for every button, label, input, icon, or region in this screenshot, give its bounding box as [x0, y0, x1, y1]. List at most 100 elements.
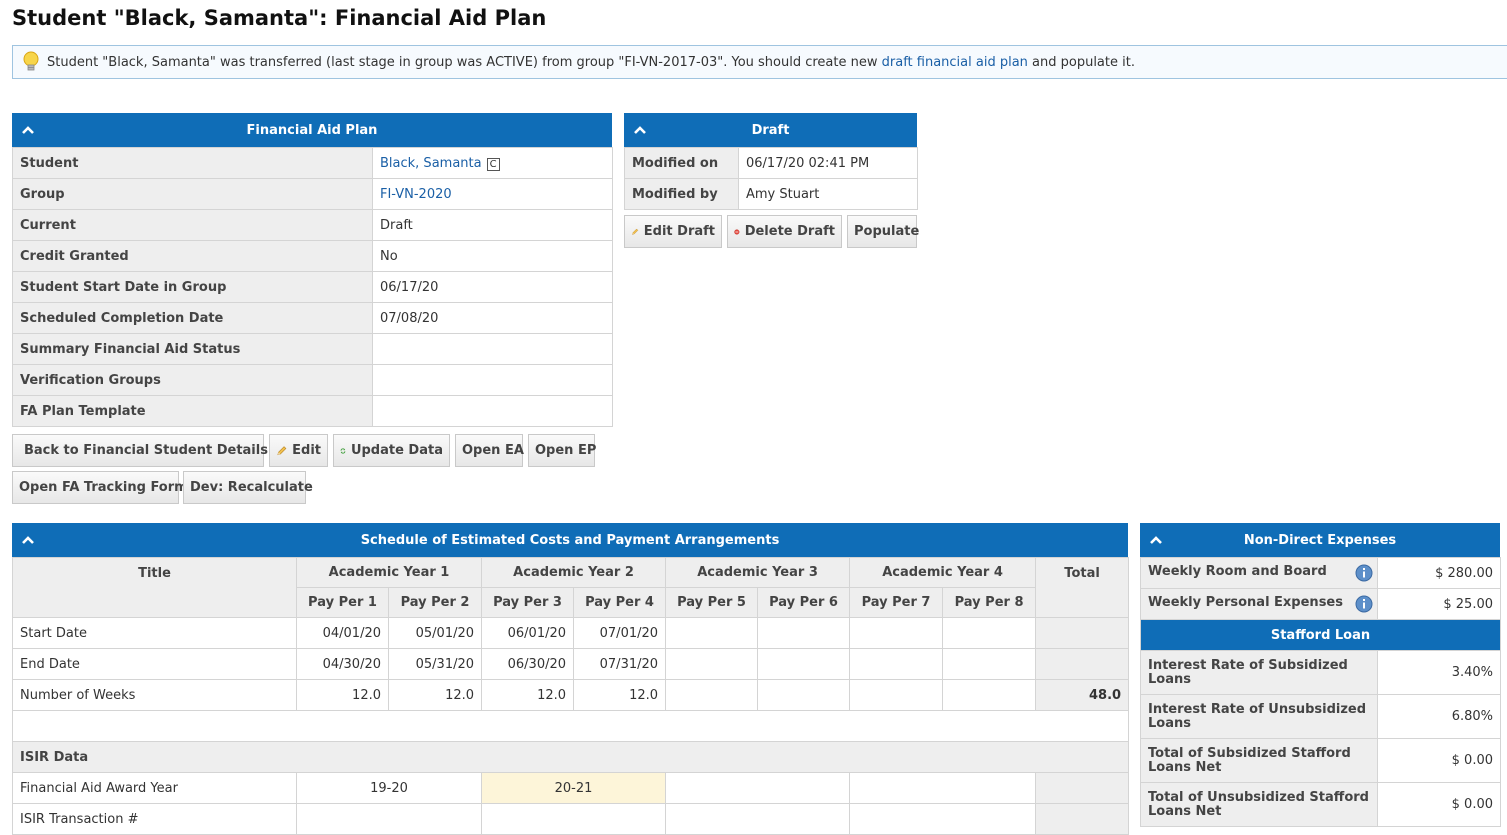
- schedule-cell: 05/01/20: [387, 617, 483, 649]
- modified-on-value: 06/17/20 02:41 PM: [738, 147, 918, 179]
- stafford-value: 3.40%: [1377, 650, 1501, 695]
- schedule-cell: [665, 648, 759, 680]
- open-fa-tracking-form-button[interactable]: Open FA Tracking Form: [12, 471, 188, 504]
- schedule-cell: 06/01/20: [481, 617, 575, 649]
- dev-recalculate-label: Dev: Recalculate: [190, 480, 313, 495]
- fa-plan-row: FA Plan Template: [12, 395, 613, 427]
- schedule-cell: 12.0: [387, 679, 483, 711]
- open-fa-tracking-label: Open FA Tracking Form: [19, 480, 188, 495]
- schedule-row-label: Number of Weeks: [12, 679, 297, 711]
- isir-cell: [665, 803, 851, 835]
- stafford-label: Total of Unsubsidized Stafford Loans Net: [1140, 782, 1378, 827]
- fa-plan-row-label: Scheduled Completion Date: [12, 302, 373, 334]
- schedule-row: End Date 04/30/20 05/31/20 06/30/20 07/31/20: [12, 648, 1130, 680]
- panel-title: Schedule of Estimated Costs and Payment …: [360, 532, 780, 548]
- panel-title: Non-Direct Expenses: [1243, 532, 1397, 548]
- modified-by-label: Modified by: [624, 178, 739, 210]
- stafford-row: Interest Rate of Subsidized Loans 3.40%: [1140, 650, 1501, 695]
- info-icon[interactable]: [1355, 595, 1373, 613]
- non-direct-expenses-panel: Non-Direct Expenses Weekly Room and Boar…: [1140, 523, 1501, 827]
- panel-title: Financial Aid Plan: [246, 122, 378, 138]
- notice-text-after: and populate it.: [1027, 54, 1135, 70]
- dev-recalculate-button[interactable]: Dev: Recalculate: [183, 471, 313, 504]
- fa-plan-row-value: 06/17/20: [372, 271, 613, 303]
- fa-plan-row-value: [372, 364, 613, 396]
- academic-year-header: Academic Year 1: [295, 557, 483, 588]
- fa-plan-row-label: Group: [12, 178, 373, 210]
- non-direct-row: Weekly Personal Expenses $ 25.00: [1140, 588, 1501, 620]
- non-direct-label: Weekly Room and Board: [1140, 557, 1378, 589]
- fa-plan-row: Student Start Date in Group 06/17/20: [12, 271, 613, 303]
- chevron-up-icon[interactable]: [20, 122, 36, 138]
- fa-plan-row-value[interactable]: FI-VN-2020: [372, 178, 613, 210]
- fa-plan-row-label: Student Start Date in Group: [12, 271, 373, 303]
- notice-text-before: Student "Black, Samanta" was transferred…: [47, 54, 882, 70]
- update-data-button[interactable]: Update Data: [333, 434, 450, 467]
- stafford-label: Total of Subsidized Stafford Loans Net: [1140, 738, 1378, 783]
- pay-period-header: Pay Per 2: [387, 587, 483, 618]
- schedule-header[interactable]: Schedule of Estimated Costs and Payment …: [12, 523, 1128, 557]
- info-icon[interactable]: [1355, 564, 1373, 582]
- isir-row: Financial Aid Award Year 19-20 20-21: [12, 772, 1130, 804]
- open-ea-button[interactable]: Open EA: [455, 434, 524, 467]
- isir-cell: [665, 772, 851, 804]
- fa-plan-row-value: 07/08/20: [372, 302, 613, 334]
- pencil-icon: [631, 228, 639, 235]
- fa-plan-row-label: Current: [12, 209, 373, 241]
- fa-plan-row-value[interactable]: Black, Samanta C: [372, 147, 613, 179]
- fa-plan-table: Student Black, Samanta C Group FI-VN-2020 Cur…: [12, 147, 613, 427]
- isir-row-label: Financial Aid Award Year: [12, 772, 297, 804]
- schedule-cell: 07/31/20: [573, 648, 667, 680]
- fa-plan-row: Scheduled Completion Date 07/08/20: [12, 302, 613, 334]
- fa-plan-value-text: 06/17/20: [380, 279, 439, 295]
- open-ep-button[interactable]: Open EP: [528, 434, 597, 467]
- fa-plan-value-text: No: [380, 248, 398, 264]
- fa-plan-value-text: 07/08/20: [380, 310, 439, 326]
- populate-button[interactable]: Populate: [847, 215, 919, 248]
- fa-plan-link[interactable]: Black, Samanta: [380, 156, 482, 171]
- schedule-cell: [849, 617, 944, 649]
- total-column-header: Total: [1035, 557, 1130, 618]
- delete-draft-button[interactable]: Delete Draft: [727, 215, 842, 248]
- schedule-cell: 05/31/20: [387, 648, 483, 680]
- delete-draft-label: Delete Draft: [744, 224, 835, 239]
- isir-section-row: ISIR Data: [11, 741, 1130, 773]
- isir-cell: 20-21: [481, 772, 667, 804]
- isir-total-cell: [1035, 772, 1130, 804]
- fa-plan-row-value: [372, 333, 613, 365]
- draft-plan-link[interactable]: draft financial aid plan: [882, 55, 1028, 70]
- non-direct-expenses-header[interactable]: Non-Direct Expenses: [1140, 523, 1500, 557]
- chevron-up-icon[interactable]: [1148, 532, 1164, 548]
- chevron-up-icon[interactable]: [20, 532, 36, 548]
- fa-plan-row: Group FI-VN-2020: [12, 178, 613, 210]
- schedule-cell: 12.0: [481, 679, 575, 711]
- schedule-cell: [849, 679, 944, 711]
- back-label: Back to Financial Student Details: [24, 443, 268, 458]
- stafford-loan-header: Stafford Loan: [1140, 619, 1501, 651]
- edit-draft-label: Edit Draft: [643, 224, 715, 239]
- non-direct-value: $ 280.00: [1377, 557, 1501, 589]
- pay-period-header: Pay Per 6: [757, 587, 851, 618]
- schedule-cell: [757, 648, 851, 680]
- edit-draft-button[interactable]: Edit Draft: [624, 215, 722, 248]
- schedule-cell: [757, 617, 851, 649]
- stafford-value: $ 0.00: [1377, 738, 1501, 783]
- schedule-cell: [942, 648, 1037, 680]
- isir-row: ISIR Transaction #: [12, 803, 1130, 835]
- transfer-notice: Student "Black, Samanta" was transferred…: [12, 45, 1507, 79]
- isir-cell: 19-20: [295, 772, 483, 804]
- edit-button[interactable]: Edit: [269, 434, 328, 467]
- schedule-cell: [849, 648, 944, 680]
- lightbulb-icon: [23, 51, 39, 71]
- non-direct-value: $ 25.00: [1377, 588, 1501, 620]
- open-ep-label: Open EP: [535, 443, 597, 458]
- back-to-student-details-button[interactable]: Back to Financial Student Details: [12, 434, 268, 467]
- draft-header[interactable]: Draft: [624, 113, 917, 147]
- financial-aid-plan-header[interactable]: Financial Aid Plan: [12, 113, 612, 147]
- financial-aid-plan-panel: Financial Aid Plan Student Black, Samanta…: [12, 113, 613, 427]
- copy-badge-icon[interactable]: C: [486, 157, 500, 171]
- schedule-cell: 12.0: [296, 679, 389, 711]
- fa-plan-row: Student Black, Samanta C: [12, 147, 613, 179]
- fa-plan-link[interactable]: FI-VN-2020: [380, 187, 452, 202]
- chevron-up-icon[interactable]: [632, 122, 648, 138]
